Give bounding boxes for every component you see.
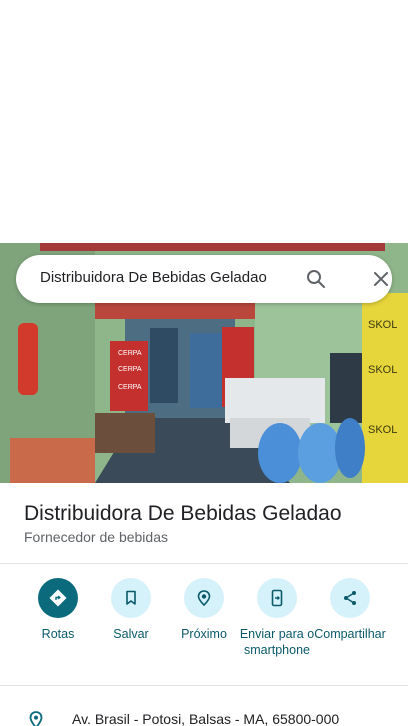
send-to-phone-icon (257, 578, 297, 618)
share-button[interactable]: Compartilhar (310, 578, 390, 642)
share-label: Compartilhar (314, 627, 386, 641)
search-query[interactable]: Distribuidora De Bebidas Geladao (40, 269, 267, 286)
place-title: Distribuidora De Bebidas Geladao (24, 502, 342, 525)
nearby-button[interactable]: Próximo (164, 578, 244, 642)
divider (0, 685, 408, 686)
divider (0, 563, 408, 564)
directions-label: Rotas (41, 627, 75, 641)
directions-icon (38, 578, 78, 618)
svg-text:CERPA: CERPA (118, 366, 142, 373)
location-pin-icon (29, 711, 43, 726)
save-label: Salvar (113, 627, 149, 641)
place-category[interactable]: Fornecedor de bebidas (24, 529, 168, 545)
directions-button[interactable]: Rotas (18, 578, 98, 642)
action-row: Rotas Salvar Próximo Enviar para o smart… (0, 578, 408, 678)
map-area[interactable] (0, 0, 408, 243)
search-bar[interactable]: Distribuidora De Bebidas Geladao (16, 255, 392, 303)
send-to-phone-button[interactable]: Enviar para o smartphone (237, 578, 317, 658)
svg-text:CERPA: CERPA (118, 350, 142, 357)
nearby-icon (184, 578, 224, 618)
svg-text:SKOL: SKOL (368, 364, 397, 376)
share-icon (330, 578, 370, 618)
send-to-phone-label: Enviar para o smartphone (239, 627, 315, 657)
address-text[interactable]: Av. Brasil - Potosi, Balsas - MA, 65800-… (72, 711, 339, 726)
search-icon[interactable] (304, 267, 328, 291)
svg-text:SKOL: SKOL (368, 424, 397, 436)
close-icon[interactable] (369, 267, 393, 291)
bookmark-icon (111, 578, 151, 618)
nearby-label: Próximo (181, 627, 227, 641)
address-row[interactable]: Av. Brasil - Potosi, Balsas - MA, 65800-… (0, 700, 408, 726)
svg-text:CERPA: CERPA (118, 384, 142, 391)
save-button[interactable]: Salvar (91, 578, 171, 642)
svg-text:SKOL: SKOL (368, 319, 397, 331)
